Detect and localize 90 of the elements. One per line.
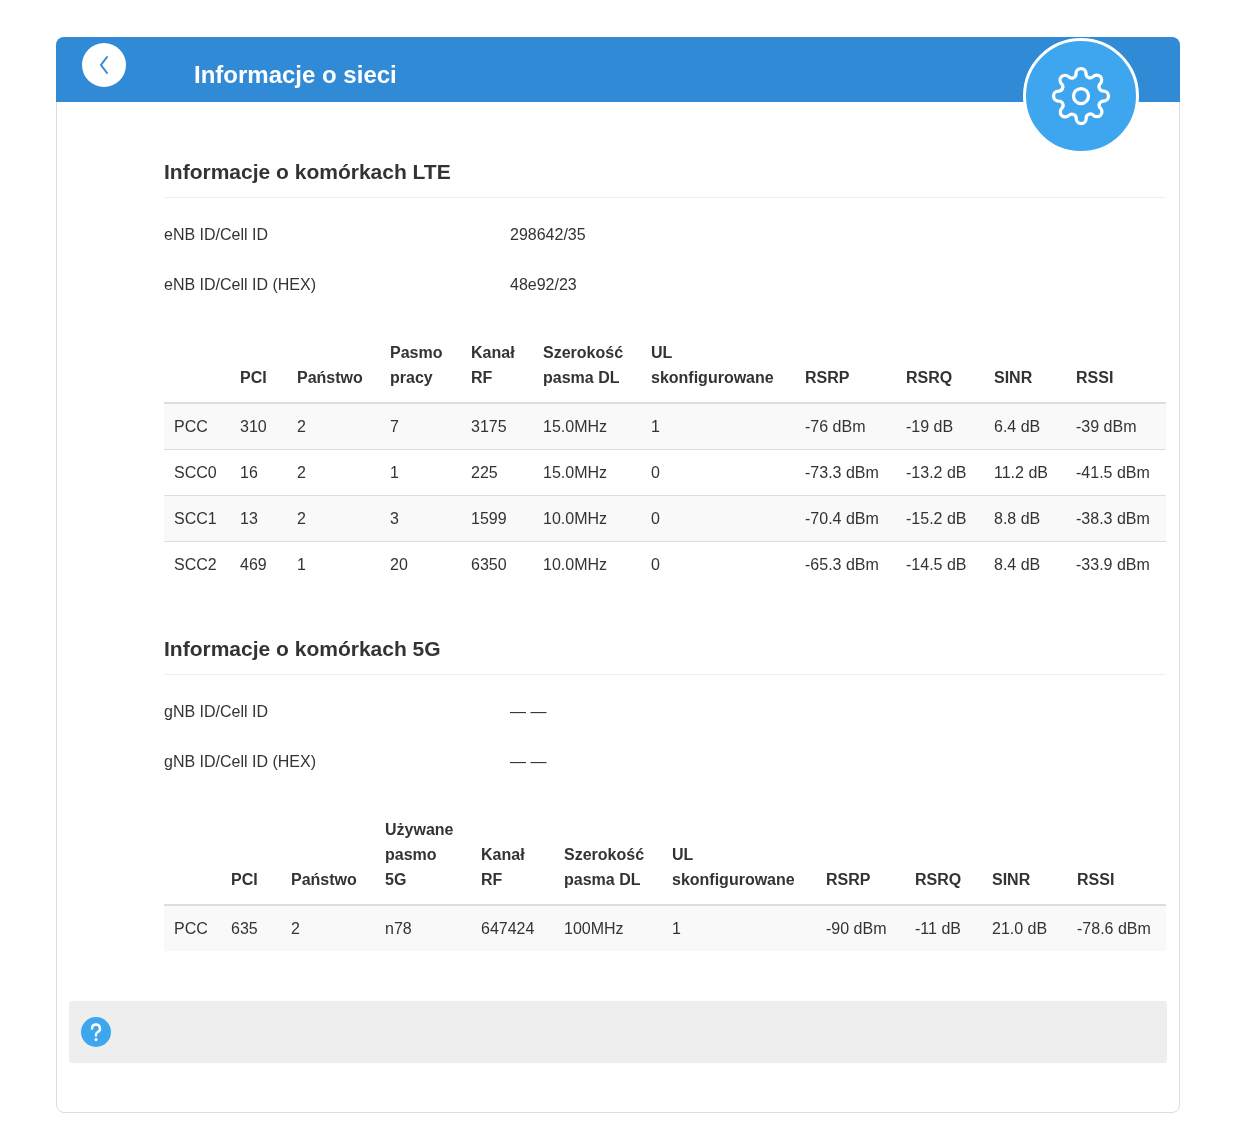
column-header: RSRP — [826, 871, 871, 888]
section-title: Informacje o komórkach LTE — [164, 160, 1165, 198]
info-label: gNB ID/Cell ID (HEX) — [164, 753, 318, 771]
table-cell: 13 — [240, 509, 258, 527]
table-cell: 0 — [651, 509, 660, 527]
table-cell: 2 — [297, 417, 306, 435]
table-cell: -14.5 dB — [906, 555, 967, 573]
table-cell: -70.4 dBm — [805, 509, 879, 527]
table-cell: -76 dBm — [805, 417, 866, 435]
table-cell: 2 — [297, 463, 306, 481]
table-cell: 15.0MHz — [543, 417, 608, 435]
back-button[interactable] — [82, 42, 126, 87]
table-cell: 1599 — [471, 509, 507, 527]
info-label: eNB ID/Cell ID — [164, 226, 270, 244]
column-header: UL skonfigurowane — [651, 344, 774, 386]
table-cell: 20 — [390, 555, 408, 573]
table-cell: 100MHz — [564, 919, 624, 937]
table-cell: 1 — [390, 463, 399, 481]
table-cell: 1 — [672, 919, 681, 937]
table-cell: PCC — [174, 417, 208, 435]
table-cell: -90 dBm — [826, 919, 887, 937]
column-header: SINR — [994, 369, 1033, 386]
table-cell: 225 — [471, 463, 498, 481]
column-header: RSRQ — [915, 871, 962, 888]
table-cell: 3 — [390, 509, 399, 527]
table-cell: -39 dBm — [1076, 417, 1137, 435]
table-cell: -15.2 dB — [906, 509, 967, 527]
info-label: gNB ID/Cell ID — [164, 703, 270, 721]
table-cell: SCC2 — [174, 555, 217, 573]
table-cell: SCC0 — [174, 463, 217, 481]
column-header: Pasmo pracy — [390, 344, 443, 386]
table-cell: 7 — [390, 417, 399, 435]
table-cell: PCC — [174, 919, 208, 937]
table-cell: 1 — [651, 417, 660, 435]
info-value: 48e92/23 — [510, 276, 577, 294]
table-cell: 10.0MHz — [543, 509, 608, 527]
column-header: RSSI — [1076, 369, 1114, 386]
info-value: — — — [510, 703, 547, 721]
table-cell: -11 dB — [915, 919, 961, 937]
table-cell: 3175 — [471, 417, 507, 435]
table-cell: -33.9 dBm — [1076, 555, 1150, 573]
column-header: Szerokość pasma DL — [543, 344, 624, 386]
table-cell: 469 — [240, 555, 267, 573]
info-value: 298642/35 — [510, 226, 586, 244]
table-cell: 8.4 dB — [994, 555, 1041, 573]
table-cell: -73.3 dBm — [805, 463, 879, 481]
column-header: PCI — [240, 369, 267, 386]
table-cell: 21.0 dB — [992, 919, 1048, 937]
table-cell: 16 — [240, 463, 258, 481]
info-value: — — — [510, 753, 547, 771]
table-cell: 635 — [231, 919, 258, 937]
table-cell: 1 — [297, 555, 306, 573]
table-cell: 0 — [651, 555, 660, 573]
settings-icon — [1051, 66, 1111, 126]
column-header: RSSI — [1077, 871, 1115, 888]
column-header: SINR — [992, 871, 1031, 888]
column-header: UL skonfigurowane — [672, 846, 795, 888]
column-header: RSRQ — [906, 369, 953, 386]
table-cell: -38.3 dBm — [1076, 509, 1150, 527]
column-header: Szerokość pasma DL — [564, 846, 645, 888]
table-cell: 2 — [297, 509, 306, 527]
table-cell: -78.6 dBm — [1077, 919, 1151, 937]
table-cell: 310 — [240, 417, 267, 435]
table-cell: n78 — [385, 919, 412, 937]
help-icon[interactable] — [81, 1017, 111, 1047]
table-cell: 11.2 dB — [994, 463, 1048, 481]
column-header: Kanał RF — [471, 344, 515, 386]
table-cell: -13.2 dB — [906, 463, 967, 481]
chevron-left-icon — [98, 53, 110, 76]
info-label: eNB ID/Cell ID (HEX) — [164, 276, 318, 294]
column-header: Używane pasmo 5G — [385, 821, 454, 888]
table-cell: SCC1 — [174, 509, 217, 527]
column-header: Kanał RF — [481, 846, 525, 888]
table-cell: 6.4 dB — [994, 417, 1041, 435]
column-header: Państwo — [291, 871, 357, 888]
table-cell: 6350 — [471, 555, 507, 573]
table-cell: 647424 — [481, 919, 535, 937]
page-title: Informacje o sieci — [194, 60, 397, 89]
table-cell: 8.8 dB — [994, 509, 1041, 527]
table-cell: 10.0MHz — [543, 555, 608, 573]
column-header: PCI — [231, 871, 258, 888]
table-cell: -41.5 dBm — [1076, 463, 1150, 481]
table-cell: -19 dB — [906, 417, 954, 435]
table-cell: 0 — [651, 463, 660, 481]
table-cell: 2 — [291, 919, 300, 937]
column-header: RSRP — [805, 369, 850, 386]
column-header: Państwo — [297, 369, 363, 386]
section-title: Informacje o komórkach 5G — [164, 637, 1165, 675]
table-cell: 15.0MHz — [543, 463, 608, 481]
table-cell: -65.3 dBm — [805, 555, 879, 573]
